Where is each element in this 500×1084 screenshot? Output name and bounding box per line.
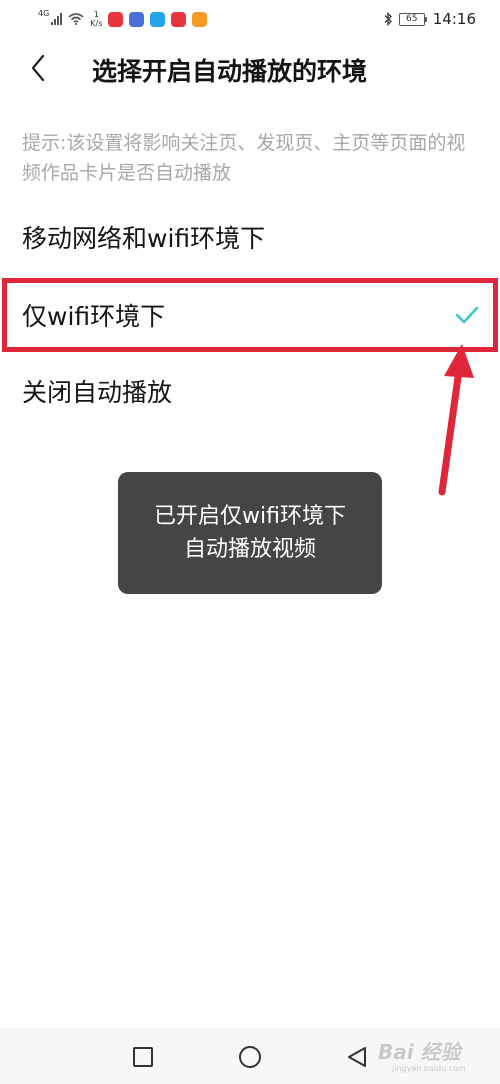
bluetooth-icon	[383, 12, 393, 26]
chevron-left-icon	[31, 54, 45, 82]
option-label: 关闭自动播放	[22, 378, 173, 407]
option-label: 移动网络和wifi环境下	[22, 224, 266, 253]
header: 选择开启自动播放的环境	[0, 38, 500, 98]
status-time: 14:16	[432, 10, 476, 28]
toast-message: 已开启仅wifi环境下自动播放视频	[118, 472, 382, 594]
watermark-url: jingyan.baidu.com	[392, 1064, 466, 1073]
network-speed: 1 K/s	[90, 10, 102, 28]
square-icon	[133, 1047, 153, 1067]
navigation-bar: Bai 经验 jingyan.baidu.com	[0, 1028, 500, 1084]
battery-icon: 65	[398, 12, 427, 26]
triangle-back-icon	[348, 1047, 366, 1067]
settings-hint: 提示:该设置将影响关注页、发现页、主页等页面的视频作品卡片是否自动播放	[22, 132, 466, 184]
signal-icon	[51, 13, 63, 25]
system-back-button[interactable]	[342, 1042, 372, 1072]
home-button[interactable]	[235, 1042, 265, 1072]
option-wifi-only[interactable]: 仅wifi环境下	[0, 278, 500, 352]
option-mobile-and-wifi[interactable]: 移动网络和wifi环境下	[0, 200, 500, 274]
watermark: Bai 经验	[378, 1040, 461, 1064]
option-label: 仅wifi环境下	[22, 302, 166, 331]
notification-app-icon-3	[150, 11, 166, 27]
option-disable-autoplay[interactable]: 关闭自动播放	[0, 354, 500, 428]
speed-unit: K/s	[90, 19, 103, 28]
status-left: 4G 1 K/s	[38, 8, 208, 28]
speed-value: 1	[93, 10, 99, 19]
notification-app-icon-4	[171, 11, 187, 27]
notification-app-icon-5	[192, 11, 208, 27]
status-bar: 4G 1 K/s 65 14:16	[0, 0, 500, 38]
notification-app-icon-1	[108, 11, 124, 27]
network-type: 4G	[38, 8, 50, 18]
notification-app-icon-2	[129, 11, 145, 27]
circle-icon	[239, 1046, 261, 1068]
status-right: 65 14:16	[383, 10, 476, 28]
check-icon	[455, 306, 479, 324]
wifi-icon	[68, 13, 84, 25]
recent-apps-button[interactable]	[128, 1042, 158, 1072]
back-button[interactable]	[18, 48, 58, 88]
battery-level: 65	[398, 12, 425, 26]
page-title: 选择开启自动播放的环境	[92, 57, 368, 86]
